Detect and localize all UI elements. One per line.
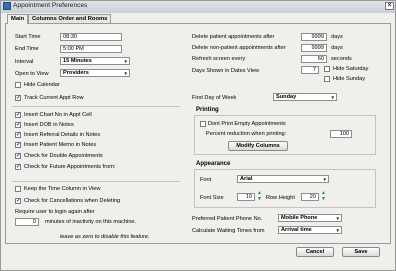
open-to-view-value: Providers xyxy=(63,70,89,76)
tab-columns-order-rooms[interactable]: Columns Order and Rooms xyxy=(28,14,112,23)
cancel-button[interactable]: Cancel xyxy=(296,247,334,257)
calc-wait-value: Arrival time xyxy=(281,227,312,233)
font-label: Font xyxy=(200,177,212,183)
check-cancel-label: Check for Cancellations when Deleting xyxy=(24,198,121,204)
font-size-input[interactable]: 10 xyxy=(237,193,255,201)
inactivity-label: minutes of inactivity on this machine. xyxy=(45,219,137,225)
printing-section-title: Printing xyxy=(196,107,219,113)
percent-reduction-input[interactable]: 100 xyxy=(330,130,352,138)
start-time-input[interactable]: 08:30 xyxy=(60,33,122,41)
require-login-label: Require user to login again after xyxy=(15,209,95,215)
check-icon: ✓ xyxy=(16,142,21,148)
hide-saturday-label: Hide Saturday xyxy=(333,66,369,72)
delete-patient-unit: days xyxy=(331,34,343,40)
start-time-label: Start Time xyxy=(15,34,41,40)
row-height-up-icon[interactable]: ▲ xyxy=(321,191,326,196)
chevron-down-icon: ▼ xyxy=(335,216,340,221)
modify-columns-button[interactable]: Modify Columns xyxy=(228,141,288,151)
interval-label: Interval xyxy=(15,59,34,65)
dont-print-empty-checkbox[interactable] xyxy=(200,121,206,127)
save-button[interactable]: Save xyxy=(342,247,380,257)
chevron-down-icon: ▼ xyxy=(123,59,128,64)
days-shown-label: Days Shown in Dates View xyxy=(192,68,260,74)
calc-wait-label: Calculate Waiting Times from xyxy=(192,228,265,234)
zero-disable-hint: leave as zero to disable this feature. xyxy=(60,234,150,240)
preferred-phone-value: Mobile Phone xyxy=(281,215,318,221)
keep-time-label: Keep the Time Column in View xyxy=(24,186,101,192)
row-height-input[interactable]: 20 xyxy=(301,193,319,201)
chevron-down-icon: ▼ xyxy=(330,95,335,100)
app-icon xyxy=(3,2,11,10)
window-title: Appointment Preferences xyxy=(13,2,88,9)
insert-referral-checkbox[interactable]: ✓ xyxy=(15,132,21,138)
end-time-input[interactable]: 5:00 PM xyxy=(60,45,122,53)
keep-time-checkbox[interactable] xyxy=(15,186,21,192)
insert-referral-label: Insert Referral Details in Notes xyxy=(24,132,101,138)
first-day-value: Sunday xyxy=(276,94,297,100)
font-size-label: Font Size xyxy=(200,195,224,201)
percent-reduction-label: Percent reduction when printing: xyxy=(206,131,287,137)
refresh-unit: seconds xyxy=(331,56,352,62)
check-icon: ✓ xyxy=(16,132,21,138)
insert-dob-label: Insert DOB in Notes xyxy=(24,122,74,128)
chevron-down-icon: ▼ xyxy=(335,228,340,233)
check-icon: ✓ xyxy=(16,153,21,159)
refresh-label: Refresh screen every xyxy=(192,56,246,62)
font-size-down-icon[interactable]: ▼ xyxy=(257,197,262,202)
interval-value: 15 Minutes xyxy=(63,58,92,64)
font-size-up-icon[interactable]: ▲ xyxy=(257,191,262,196)
delete-patient-label: Delete patient appointments after xyxy=(192,34,275,40)
hide-sunday-label: Hide Sunday xyxy=(333,76,366,82)
chevron-down-icon: ▼ xyxy=(322,177,327,182)
check-icon: ✓ xyxy=(16,198,21,204)
delete-nonpatient-unit: days xyxy=(331,45,343,51)
days-shown-input[interactable]: 7 xyxy=(301,66,319,74)
hide-sunday-checkbox[interactable] xyxy=(324,76,330,82)
check-double-checkbox[interactable]: ✓ xyxy=(15,153,21,159)
check-icon: ✓ xyxy=(16,112,21,118)
row-height-label: Row Height xyxy=(266,195,295,201)
font-select[interactable]: Arial ▼ xyxy=(237,175,329,183)
insert-dob-checkbox[interactable]: ✓ xyxy=(15,122,21,128)
chevron-down-icon: ▼ xyxy=(123,71,128,76)
left-separator-2 xyxy=(12,181,180,182)
insert-chart-label: Insert Chart No in Appt Cell xyxy=(24,112,92,118)
first-day-label: First Day of Week xyxy=(192,95,237,101)
check-double-label: Check for Double Appointments xyxy=(24,153,103,159)
check-future-checkbox[interactable]: ✓ xyxy=(15,164,21,170)
hide-calendar-checkbox[interactable] xyxy=(15,82,21,88)
font-value: Arial xyxy=(240,176,253,182)
insert-memo-label: Insert Patient Memo in Notes xyxy=(24,142,97,148)
calc-wait-select[interactable]: Arrival time ▼ xyxy=(278,226,342,234)
open-to-view-label: Open to View xyxy=(15,71,49,77)
insert-chart-checkbox[interactable]: ✓ xyxy=(15,112,21,118)
inactivity-minutes-input[interactable]: 0 xyxy=(15,218,39,226)
track-current-checkbox[interactable]: ✓ xyxy=(15,95,21,101)
insert-memo-checkbox[interactable]: ✓ xyxy=(15,142,21,148)
interval-select[interactable]: 15 Minutes ▼ xyxy=(60,57,130,65)
hide-calendar-label: Hide Calendar xyxy=(24,82,60,88)
delete-patient-input[interactable]: 9999 xyxy=(301,33,327,41)
dont-print-empty-label: Dont Print Empty Appointments xyxy=(208,121,286,127)
appearance-section-title: Appearance xyxy=(196,161,231,167)
delete-nonpatient-label: Delete non-patient appointments after xyxy=(192,45,286,51)
tab-main[interactable]: Main xyxy=(7,14,29,24)
refresh-seconds-input[interactable]: 60 xyxy=(301,55,327,63)
first-day-select[interactable]: Sunday ▼ xyxy=(273,93,337,101)
preferred-phone-label: Preferred Patient Phone No. xyxy=(192,216,263,222)
check-icon: ✓ xyxy=(16,164,21,170)
open-to-view-select[interactable]: Providers ▼ xyxy=(60,69,130,77)
check-cancel-checkbox[interactable]: ✓ xyxy=(15,198,21,204)
preferred-phone-select[interactable]: Mobile Phone ▼ xyxy=(278,214,342,222)
check-icon: ✓ xyxy=(16,95,21,101)
left-separator-1 xyxy=(12,106,180,107)
close-button[interactable]: × xyxy=(385,2,394,10)
hide-saturday-checkbox[interactable] xyxy=(324,66,330,72)
check-icon: ✓ xyxy=(16,122,21,128)
row-height-down-icon[interactable]: ▼ xyxy=(321,197,326,202)
delete-nonpatient-input[interactable]: 9999 xyxy=(301,44,327,52)
check-future-label: Check for Future Appointments from: xyxy=(24,164,116,170)
end-time-label: End Time xyxy=(15,46,39,52)
track-current-label: Track Current Appt Row xyxy=(24,95,84,101)
